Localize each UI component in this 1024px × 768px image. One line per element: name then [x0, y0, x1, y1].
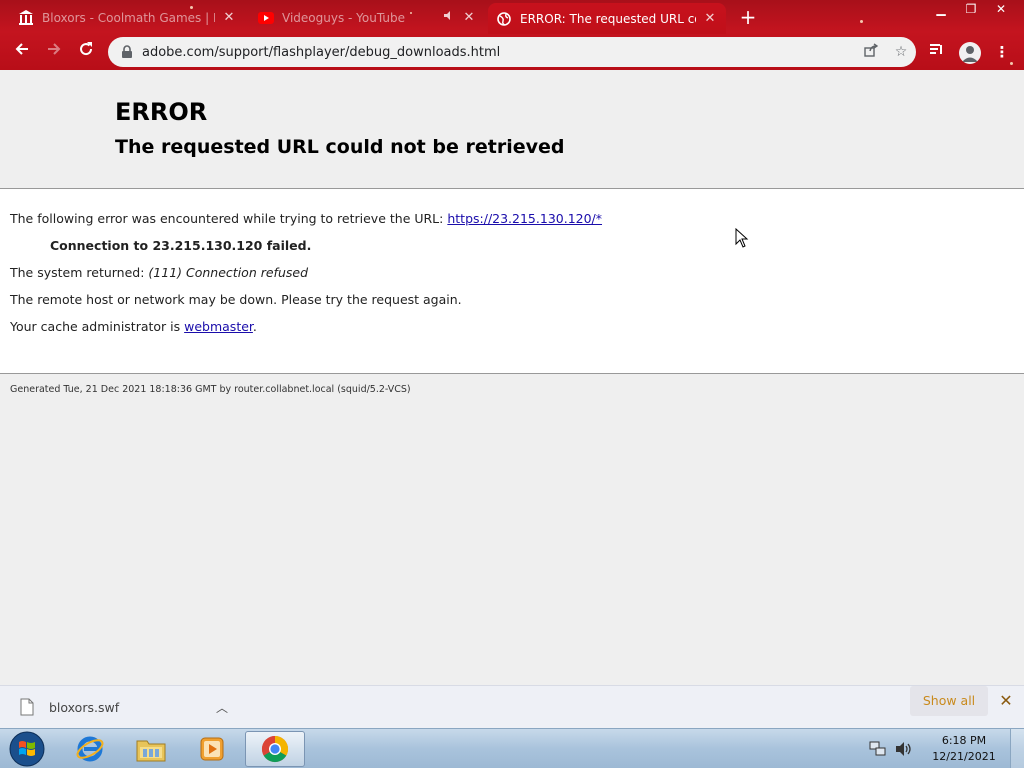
tab-title: ERROR: The requested URL could not be re… — [520, 11, 696, 26]
arrow-right-icon — [48, 43, 61, 55]
file-icon — [20, 698, 34, 716]
internet-explorer-icon — [76, 736, 104, 762]
forward-button[interactable] — [42, 40, 66, 64]
clock-time: 6:18 PM — [941, 734, 987, 747]
reload-icon — [80, 42, 93, 56]
system-returned-value: (111) Connection refused — [148, 265, 308, 280]
bank-icon — [18, 9, 34, 26]
network-icon[interactable] — [868, 739, 888, 759]
generated-footer: Generated Tue, 21 Dec 2021 18:18:36 GMT … — [10, 384, 411, 395]
close-download-bar-icon[interactable]: ✕ — [997, 689, 1015, 713]
muted-speaker-icon[interactable] — [443, 10, 455, 25]
url-text[interactable]: adobe.com/support/flashplayer/debug_down… — [142, 45, 856, 60]
taskbar-file-explorer[interactable] — [123, 731, 179, 767]
folder-icon — [136, 740, 166, 762]
error-header: ERROR The requested URL could not be ret… — [0, 70, 1024, 189]
windows-taskbar: 6:18 PM 12/21/2021 — [0, 728, 1024, 768]
globe-icon — [496, 11, 512, 27]
reload-button[interactable] — [74, 40, 98, 64]
restore-icon[interactable]: ❐ — [956, 0, 986, 18]
download-file-name: bloxors.swf — [49, 699, 120, 715]
close-window-icon[interactable]: ✕ — [986, 0, 1016, 18]
show-desktop-button[interactable] — [1010, 729, 1024, 768]
page-content: ERROR The requested URL could not be ret… — [0, 70, 1024, 685]
media-player-icon — [200, 737, 224, 761]
chevron-up-icon[interactable]: ︿ — [214, 699, 230, 716]
share-icon[interactable] — [856, 43, 886, 61]
tab-error[interactable]: ERROR: The requested URL could not be re… — [488, 3, 726, 34]
cache-admin-line: Your cache administrator is webmaster. — [10, 319, 1014, 346]
show-all-button[interactable]: Show all — [910, 686, 988, 716]
tab-title: Videoguys - YouTube — [282, 10, 405, 25]
profile-avatar-icon[interactable] — [959, 42, 981, 64]
menu-kebab-icon[interactable]: ⋮ — [990, 40, 1014, 64]
tab-bloxors[interactable]: Bloxors - Coolmath Games | Free ✕ — [10, 3, 245, 32]
webmaster-link[interactable]: webmaster — [184, 319, 253, 334]
youtube-icon — [258, 10, 274, 26]
connection-failed-text: Connection to 23.215.130.120 failed. — [50, 238, 312, 253]
mouse-cursor-icon — [735, 228, 749, 248]
volume-icon[interactable] — [894, 739, 914, 759]
close-icon[interactable]: ✕ — [702, 11, 718, 26]
new-tab-button[interactable]: + — [738, 7, 758, 27]
windows-logo-icon — [9, 731, 45, 767]
browser-chrome: Bloxors - Coolmath Games | Free ✕ Videog… — [0, 0, 1024, 70]
tab-strip: Bloxors - Coolmath Games | Free ✕ Videog… — [0, 0, 1024, 34]
window-controls: ▁ ❐ ✕ — [926, 0, 1016, 18]
error-body: The following error was encountered whil… — [0, 189, 1024, 374]
reading-list-icon[interactable] — [925, 40, 949, 64]
error-url-link[interactable]: https://23.215.130.120/* — [447, 211, 602, 226]
taskbar-internet-explorer[interactable] — [62, 731, 118, 767]
close-icon[interactable]: ✕ — [461, 10, 477, 25]
lock-icon[interactable] — [120, 45, 134, 59]
system-returned-prefix: The system returned: — [10, 265, 149, 280]
download-item[interactable]: bloxors.swf ︿ — [20, 692, 230, 722]
taskbar-media-player[interactable] — [184, 731, 240, 767]
cache-admin-suffix: . — [252, 319, 257, 334]
browser-toolbar: adobe.com/support/flashplayer/debug_down… — [0, 34, 1024, 70]
close-icon[interactable]: ✕ — [221, 10, 237, 25]
error-url-line: The following error was encountered whil… — [10, 211, 1014, 238]
remote-host-text: The remote host or network may be down. … — [10, 292, 462, 307]
start-button[interactable] — [8, 731, 46, 767]
error-url-prefix: The following error was encountered whil… — [10, 211, 448, 226]
star-bookmark-icon[interactable]: ☆ — [886, 44, 916, 60]
system-tray: 6:18 PM 12/21/2021 — [868, 729, 1024, 768]
taskbar-chrome[interactable] — [245, 731, 305, 767]
address-bar[interactable]: adobe.com/support/flashplayer/debug_down… — [108, 37, 916, 67]
download-bar: bloxors.swf ︿ Show all ✕ — [0, 685, 1024, 728]
back-button[interactable] — [10, 40, 34, 64]
arrow-left-icon — [15, 43, 28, 55]
error-subtitle: The requested URL could not be retrieved — [115, 136, 565, 158]
tab-youtube[interactable]: Videoguys - YouTube ✕ — [250, 3, 485, 32]
cache-admin-prefix: Your cache administrator is — [10, 319, 185, 334]
chrome-icon — [261, 735, 289, 763]
minimize-icon[interactable]: ▁ — [926, 0, 956, 18]
tab-title: Bloxors - Coolmath Games | Free — [42, 10, 215, 25]
clock-date: 12/21/2021 — [932, 750, 996, 763]
clock[interactable]: 6:18 PM 12/21/2021 — [924, 733, 1004, 765]
error-title: ERROR — [115, 98, 208, 126]
system-returned-line: The system returned: (111) Connection re… — [10, 265, 1014, 292]
